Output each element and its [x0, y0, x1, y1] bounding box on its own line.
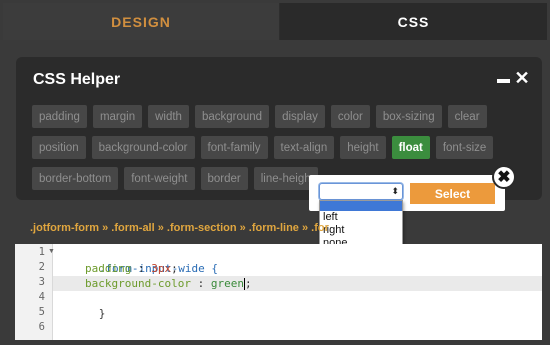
- css-property: background-color: [85, 277, 191, 290]
- select-arrows-icon: ⬍: [391, 186, 399, 196]
- property-float[interactable]: float: [391, 136, 430, 159]
- code-line: background-color : green;: [85, 276, 252, 291]
- css-terminator: ;: [171, 262, 178, 275]
- popup-close-icon[interactable]: ✖: [492, 165, 516, 189]
- minimize-icon[interactable]: [497, 79, 510, 83]
- fold-arrow-icon[interactable]: ▼: [48, 248, 55, 255]
- select-button[interactable]: Select: [410, 183, 495, 204]
- option-right[interactable]: right: [320, 224, 402, 237]
- property-position[interactable]: position: [32, 136, 86, 159]
- property-padding[interactable]: padding: [32, 105, 87, 128]
- close-icon[interactable]: ✕: [514, 69, 530, 87]
- selector-breadcrumb[interactable]: .jotform-form » .form-all » .form-sectio…: [30, 222, 330, 238]
- property-row: padding margin width background display …: [32, 105, 532, 128]
- property-font-weight[interactable]: font-weight: [124, 167, 195, 190]
- css-separator: :: [131, 262, 152, 275]
- property-clear[interactable]: clear: [447, 105, 487, 128]
- property-margin[interactable]: margin: [92, 105, 143, 128]
- property-border[interactable]: border: [200, 167, 248, 190]
- property-border-bottom[interactable]: border-bottom: [32, 167, 119, 190]
- code-line: }: [59, 291, 106, 320]
- tab-css[interactable]: CSS: [280, 3, 547, 40]
- css-separator: :: [190, 277, 211, 290]
- css-helper-title: CSS Helper: [33, 71, 121, 88]
- option-blank-highlighted[interactable]: [320, 201, 402, 211]
- line-number: 1: [38, 246, 45, 258]
- property-font-family[interactable]: font-family: [200, 136, 268, 159]
- line-number: 5: [38, 306, 45, 318]
- property-box-sizing[interactable]: box-sizing: [375, 105, 442, 128]
- line-number: 3: [38, 276, 45, 288]
- line-number: 6: [38, 321, 45, 333]
- property-background[interactable]: background: [194, 105, 270, 128]
- property-color[interactable]: color: [330, 105, 370, 128]
- line-number: 4: [38, 291, 45, 303]
- code-line: padding : 3px;: [85, 261, 178, 276]
- css-property: padding: [85, 262, 132, 275]
- code-line: .form-input-wide {: [59, 246, 218, 275]
- line-gutter: 1 ▼ 2 3 4 5 6: [15, 244, 55, 340]
- css-terminator: ;: [244, 277, 252, 290]
- css-value: 3px: [151, 262, 172, 275]
- float-value-select[interactable]: ⬍: [319, 183, 403, 200]
- option-left[interactable]: left: [320, 211, 402, 224]
- css-editor-app: DESIGN CSS CSS Helper ✕ padding margin w…: [0, 0, 550, 345]
- property-display[interactable]: display: [275, 105, 325, 128]
- property-width[interactable]: width: [148, 105, 189, 128]
- property-row: position background-color font-family te…: [32, 136, 532, 159]
- property-height[interactable]: height: [340, 136, 386, 159]
- tab-design[interactable]: DESIGN: [3, 3, 280, 40]
- property-text-align[interactable]: text-align: [273, 136, 335, 159]
- line-number: 2: [38, 261, 45, 273]
- property-font-size[interactable]: font-size: [435, 136, 494, 159]
- code-editor[interactable]: 1 ▼ 2 3 4 5 6 .form-input-wide { padding…: [15, 244, 542, 340]
- tab-bar: DESIGN CSS: [3, 3, 547, 40]
- css-value: green: [210, 277, 244, 290]
- css-closing-brace: }: [98, 307, 106, 320]
- property-background-color[interactable]: background-color: [91, 136, 195, 159]
